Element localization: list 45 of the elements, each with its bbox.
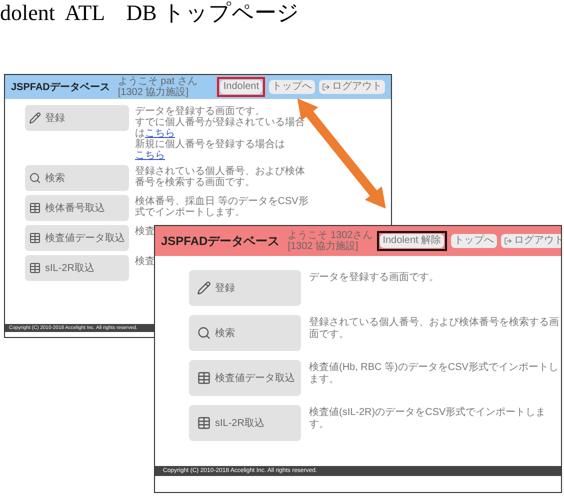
welcome-text: ようこそ 1302さん xyxy=(288,230,373,241)
app-title: JSPFADデータベース xyxy=(161,233,280,250)
welcome-text: ようこそ pat さん xyxy=(118,76,198,87)
header-button[interactable]: トップへ xyxy=(451,234,498,248)
description-text: 検査 xyxy=(135,226,155,237)
table-icon xyxy=(197,371,211,385)
menu-button[interactable]: 検索 xyxy=(189,315,301,351)
page-heading: dolent ATL DB トップページ xyxy=(0,0,300,25)
description-text: 登録されている個人番号、および検体番号を検索する画面です。 xyxy=(309,317,560,341)
pencil-icon xyxy=(197,281,211,295)
app-title: JSPFADデータベース xyxy=(11,80,110,94)
logout-icon xyxy=(504,237,512,245)
header-button[interactable]: Indolent 解除 xyxy=(380,234,444,248)
description-text: 新規に個人番号を登録する場合は こちら xyxy=(135,139,286,161)
facility-text: [1302 協力施設] xyxy=(118,87,190,98)
menu-button[interactable]: 検査値データ取込 xyxy=(189,360,301,396)
search-icon xyxy=(29,172,41,184)
menu-button[interactable]: 登録 xyxy=(25,105,129,131)
description-text: データを登録する画面です。 xyxy=(135,106,266,117)
menu-button[interactable]: 登録 xyxy=(189,270,301,306)
menu-button[interactable]: 検査値データ取込 xyxy=(25,225,129,251)
description-text: 検体番号、採血日 等のデータをCSV形式でインポートします。 xyxy=(135,196,310,218)
description-text: 検査値(Hb, RBC 等)のデータをCSV形式でインポートします。 xyxy=(309,362,560,386)
table-icon xyxy=(197,416,211,430)
menu-button[interactable]: sIL-2R取込 xyxy=(25,255,129,281)
pencil-icon xyxy=(29,112,41,124)
description-text: 検査値(sIL-2R)のデータをCSV形式でインポートします。 xyxy=(309,407,547,431)
table-icon xyxy=(29,262,41,274)
menu-button[interactable]: sIL-2R取込 xyxy=(189,405,301,441)
table-icon xyxy=(29,232,41,244)
search-icon xyxy=(197,326,211,340)
header-button[interactable]: ログアウト xyxy=(319,80,385,94)
description-text: データを登録する画面です。 xyxy=(309,272,439,284)
link[interactable]: こちら xyxy=(135,150,165,161)
facility-text: [1302 協力施設] xyxy=(288,241,360,252)
description-text: 登録されている個人番号、および検体番号を検索する画面です。 xyxy=(135,166,306,188)
logout-icon xyxy=(322,83,330,91)
menu-button[interactable]: 検体番号取込 xyxy=(25,195,129,221)
description-text: すでに個人番号が登録されている場合はこちら xyxy=(135,117,306,139)
link[interactable]: こちら xyxy=(145,128,175,139)
header-button[interactable]: トップへ xyxy=(269,80,315,94)
table-icon xyxy=(29,202,41,214)
menu-button[interactable]: 検索 xyxy=(25,165,129,191)
description-text: 検査 xyxy=(135,256,155,267)
header-button[interactable]: Indolent xyxy=(220,80,262,94)
